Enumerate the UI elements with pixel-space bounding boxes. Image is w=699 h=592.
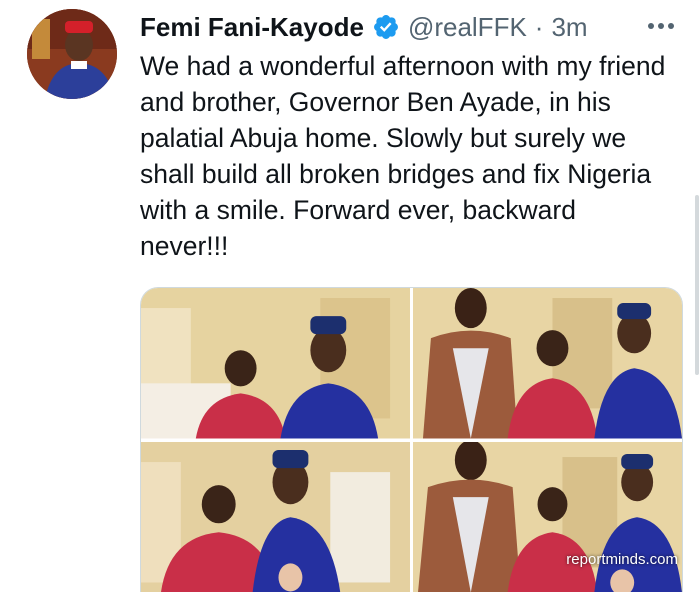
author-name[interactable]: Femi Fani-Kayode bbox=[140, 12, 364, 43]
photo-3[interactable] bbox=[141, 442, 410, 592]
tweet-timestamp[interactable]: 3m bbox=[551, 12, 587, 43]
more-options-icon[interactable] bbox=[645, 12, 677, 40]
photo-2[interactable] bbox=[413, 288, 682, 439]
verified-badge-icon bbox=[372, 13, 400, 41]
dot bbox=[648, 23, 654, 29]
scrollbar[interactable] bbox=[695, 195, 699, 375]
author-handle[interactable]: @realFFK bbox=[408, 12, 527, 43]
tweet-text: We had a wonderful afternoon with my fri… bbox=[140, 48, 670, 264]
photo-4[interactable]: reportminds.com bbox=[413, 442, 682, 592]
photo-1[interactable] bbox=[141, 288, 410, 439]
media-grid: reportminds.com bbox=[140, 287, 683, 592]
dot bbox=[658, 23, 664, 29]
tweet-header: Femi Fani-Kayode @realFFK · 3m bbox=[140, 10, 588, 44]
separator-dot: · bbox=[535, 12, 544, 43]
dot bbox=[668, 23, 674, 29]
watermark-text: reportminds.com bbox=[566, 551, 678, 568]
author-avatar[interactable] bbox=[27, 9, 117, 99]
